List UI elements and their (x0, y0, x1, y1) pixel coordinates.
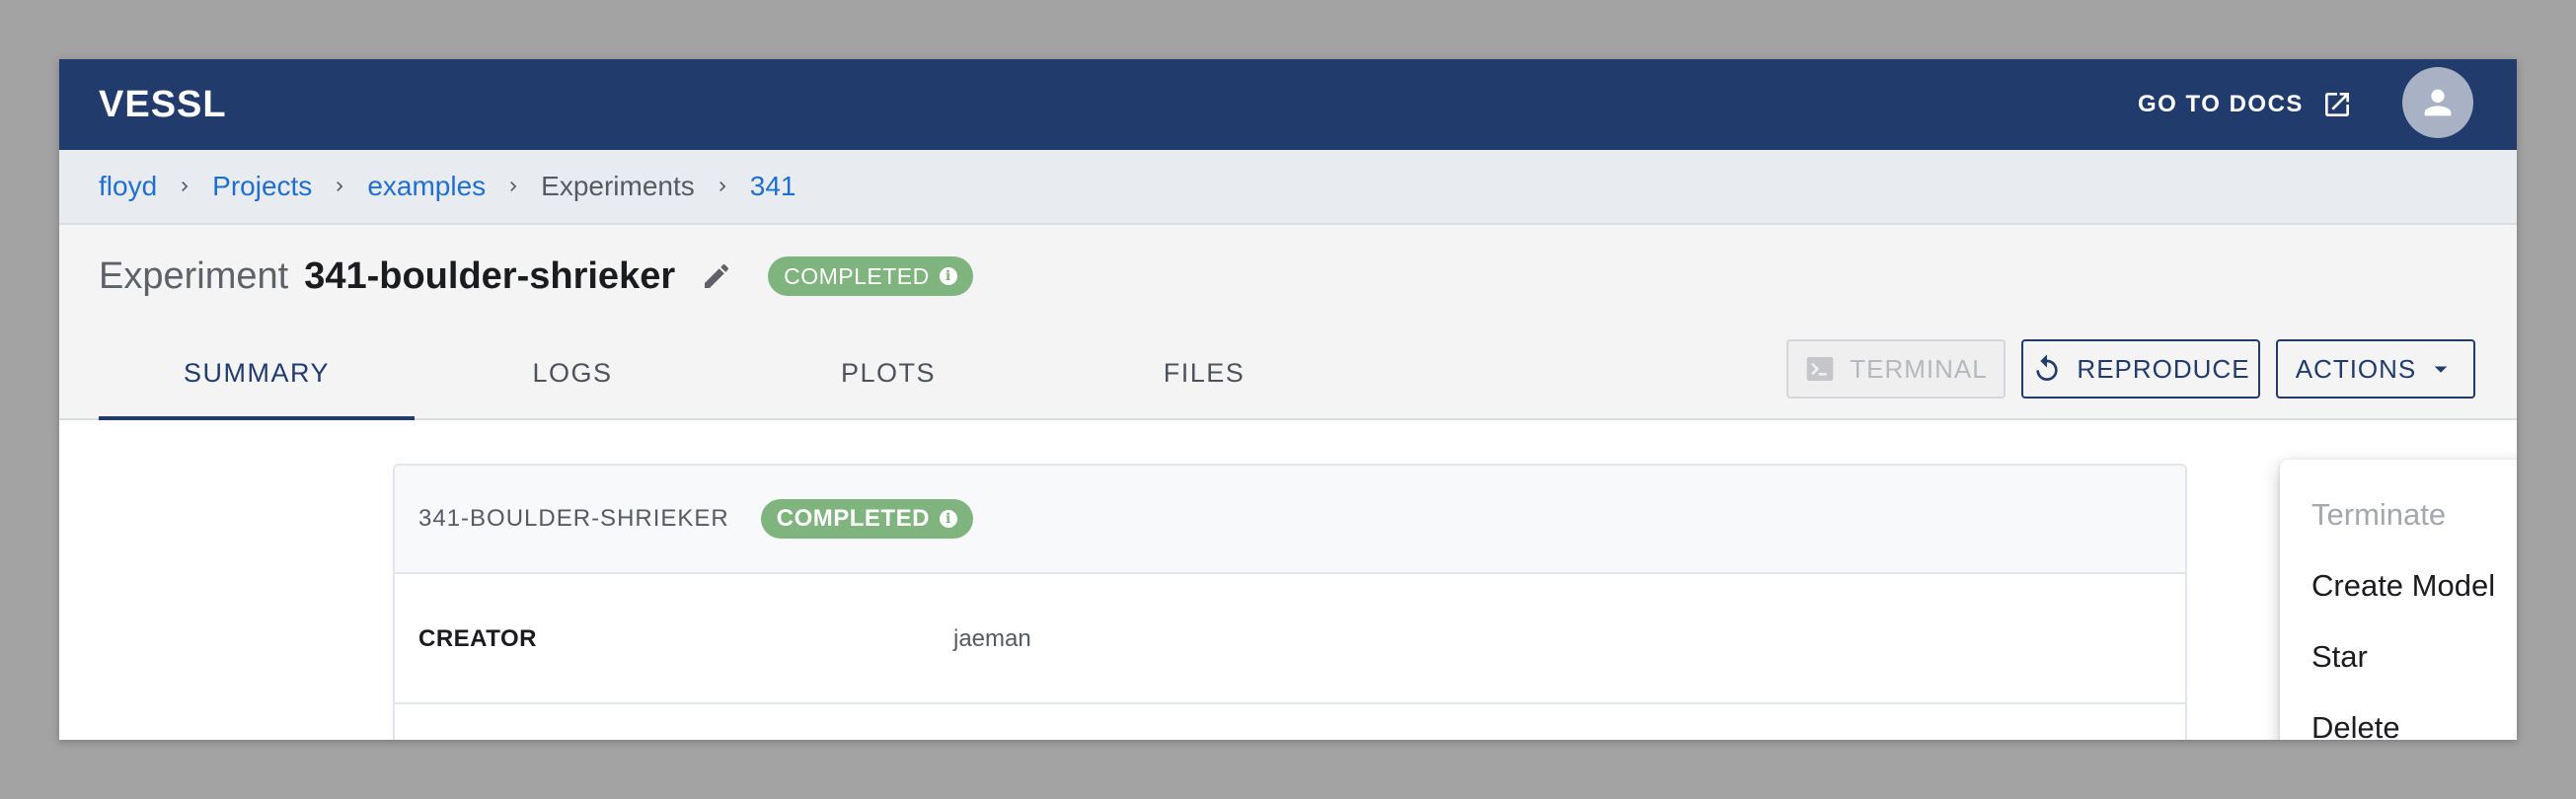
reproduce-button-label: REPRODUCE (2077, 353, 2250, 384)
caret-down-icon (2435, 366, 2448, 373)
breadcrumb-projects[interactable]: Projects (212, 171, 312, 202)
go-to-docs-label: GO TO DOCS (2138, 91, 2304, 117)
info-icon[interactable]: i (939, 267, 957, 285)
menu-item-terminate: Terminate (2311, 497, 2447, 532)
status-badge: COMPLETED i (768, 256, 973, 296)
terminal-button[interactable]: TERMINAL (1786, 339, 2006, 399)
terminal-icon (1806, 357, 1834, 381)
page-title-prefix: Experiment (99, 254, 289, 297)
chevron-right-icon (486, 177, 541, 196)
edit-pencil-icon[interactable] (701, 260, 732, 292)
actions-button-label: ACTIONS (2295, 353, 2417, 384)
card-header: 341-BOULDER-SHRIEKER COMPLETED i (395, 466, 2185, 574)
experiment-info-card: 341-BOULDER-SHRIEKER COMPLETED i CREATOR… (393, 464, 2187, 740)
summary-content: 341-BOULDER-SHRIEKER COMPLETED i CREATOR… (59, 420, 2517, 740)
menu-item-delete[interactable]: Delete (2280, 692, 2517, 740)
breadcrumb-floyd[interactable]: floyd (99, 171, 157, 202)
breadcrumb-experiments: Experiments (541, 171, 695, 201)
terminal-button-label: TERMINAL (1850, 353, 1988, 384)
experiment-name: 341-boulder-shrieker (304, 254, 676, 297)
creator-label: CREATOR (418, 625, 537, 652)
actions-menu: Terminate Create Model Star Delete (2280, 460, 2517, 740)
chevron-right-icon (695, 177, 750, 196)
table-row: CREATOR jaeman (395, 576, 2185, 704)
menu-item-star[interactable]: Star (2280, 621, 2517, 692)
tab-logs[interactable]: LOGS (415, 327, 730, 418)
breadcrumb: floyd Projects examples Experiments 341 (59, 150, 2517, 225)
chevron-right-icon (312, 177, 367, 196)
refresh-icon (2036, 354, 2059, 381)
page-title: Experiment 341-boulder-shrieker COMPLETE… (99, 247, 973, 306)
tab-plots[interactable]: PLOTS (730, 327, 1046, 418)
breadcrumb-341[interactable]: 341 (750, 171, 796, 202)
info-icon[interactable]: i (939, 510, 957, 528)
app-logo[interactable]: VESSL (99, 59, 227, 150)
card-title: 341-BOULDER-SHRIEKER (418, 505, 729, 532)
card-status-badge: COMPLETED i (760, 499, 973, 539)
menu-item-create-model[interactable]: Create Model (2280, 550, 2517, 621)
card-status-label: COMPLETED (776, 505, 930, 532)
actions-dropdown-button[interactable]: ACTIONS (2276, 339, 2475, 399)
app-window: VESSL GO TO DOCS floyd Projects examples… (59, 59, 2517, 740)
user-avatar[interactable] (2402, 67, 2473, 138)
creator-value: jaeman (953, 625, 1031, 652)
breadcrumb-examples[interactable]: examples (367, 171, 486, 202)
person-icon (2424, 89, 2452, 116)
top-navbar: VESSL GO TO DOCS (59, 59, 2517, 150)
reproduce-button[interactable]: REPRODUCE (2021, 339, 2260, 399)
chevron-right-icon (157, 177, 212, 196)
status-badge-label: COMPLETED (784, 262, 930, 289)
tab-summary[interactable]: SUMMARY (99, 327, 415, 420)
external-link-icon (2324, 93, 2349, 116)
go-to-docs-link[interactable]: GO TO DOCS (2138, 59, 2353, 150)
tab-files[interactable]: FILES (1046, 327, 1362, 418)
